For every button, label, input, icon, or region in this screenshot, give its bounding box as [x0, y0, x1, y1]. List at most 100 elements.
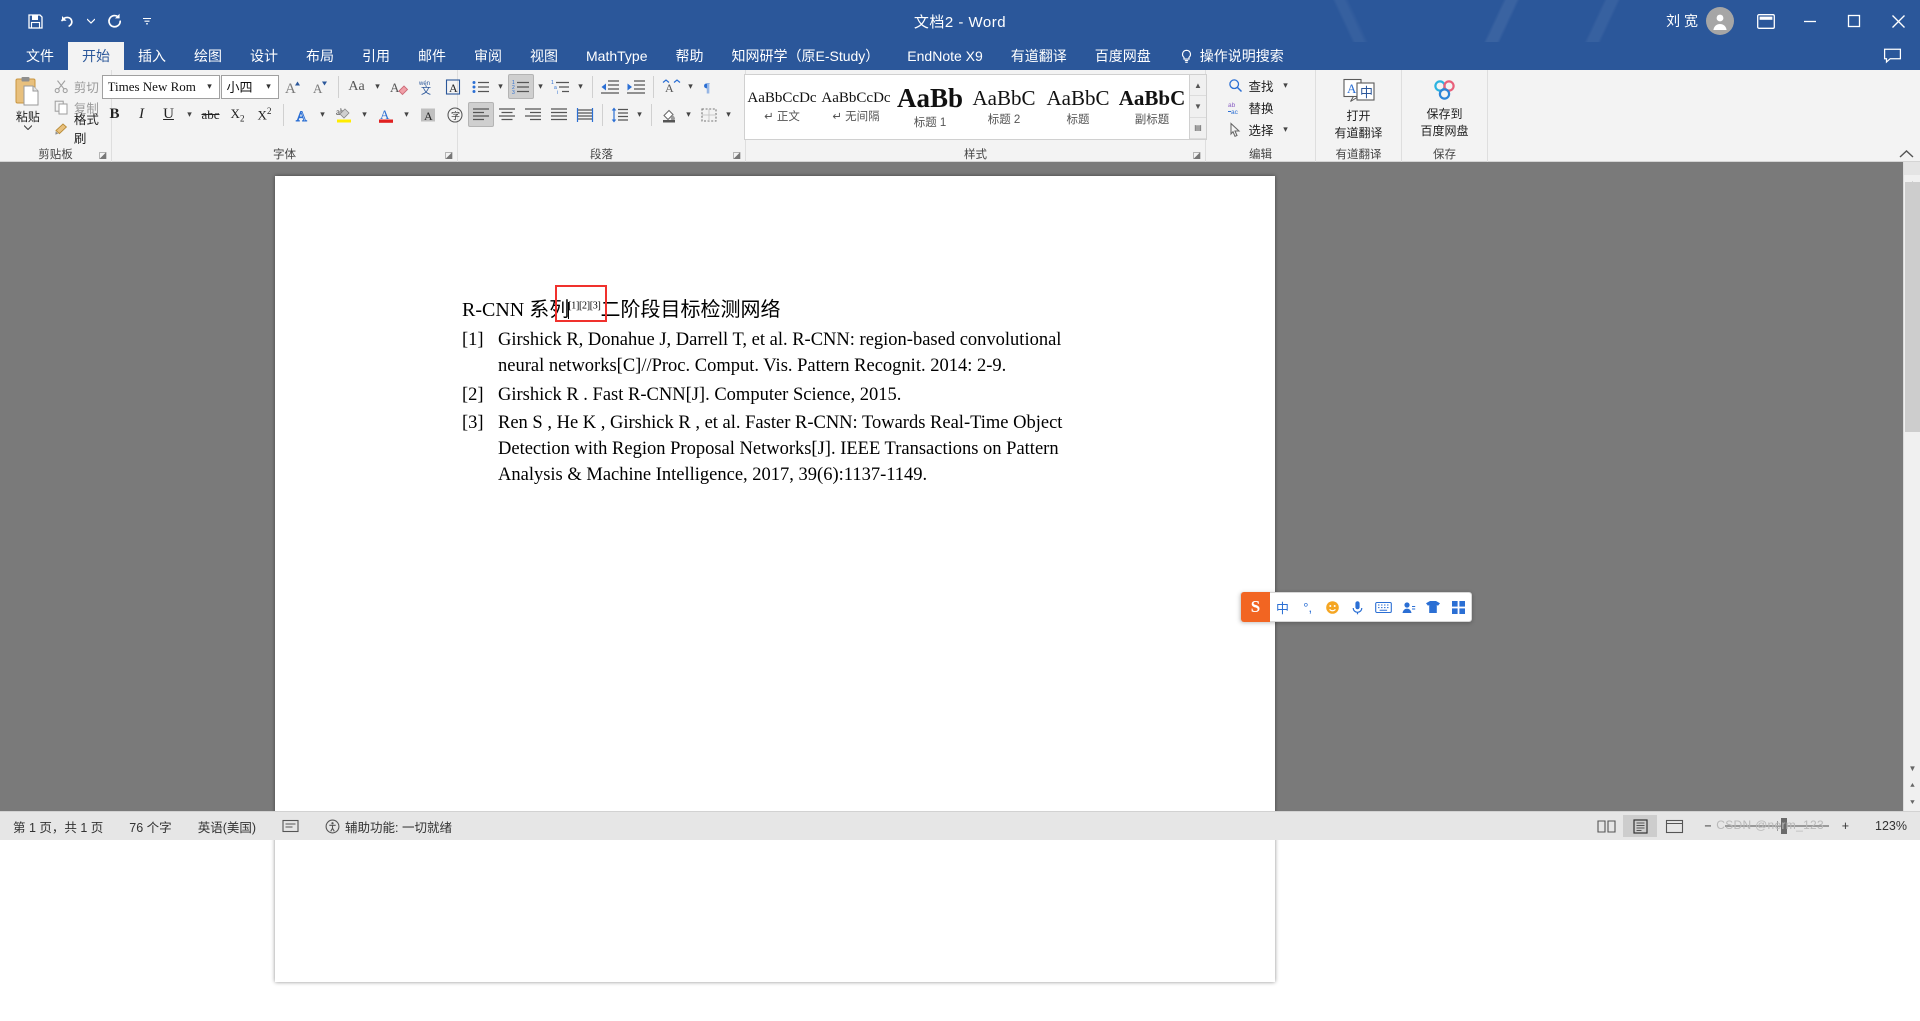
strikethrough-button[interactable]: abc — [198, 102, 224, 127]
tell-me-search[interactable]: 操作说明搜索 — [1165, 42, 1298, 70]
distribute-icon[interactable] — [572, 102, 598, 127]
user-center-icon[interactable] — [1396, 592, 1421, 622]
document-content[interactable]: R-CNN 系列[1][2][3]二阶段目标检测网络 [1] Girshick … — [462, 285, 1162, 489]
redo-icon[interactable] — [100, 6, 130, 36]
gallery-more-icon[interactable]: ▤ — [1190, 117, 1206, 139]
numbering-icon[interactable]: 123 — [507, 74, 534, 99]
change-case-button[interactable]: Aa — [344, 74, 370, 99]
tab-view[interactable]: 视图 — [516, 42, 572, 70]
sort-dropdown-icon[interactable]: ▾ — [684, 74, 698, 99]
highlight-dropdown-icon[interactable]: ▾ — [358, 102, 372, 127]
clear-formatting-button[interactable]: A — [386, 74, 412, 99]
show-formatting-marks-icon[interactable]: ¶ — [698, 74, 724, 99]
shading-icon[interactable] — [656, 102, 682, 127]
customize-qat-icon[interactable] — [132, 6, 162, 36]
paste-button[interactable]: 粘贴 — [6, 74, 50, 130]
align-center-icon[interactable] — [494, 102, 520, 127]
bullets-dropdown-icon[interactable]: ▾ — [494, 74, 508, 99]
numbering-dropdown-icon[interactable]: ▾ — [534, 74, 548, 99]
web-layout-icon[interactable] — [1657, 815, 1691, 837]
find-button[interactable]: 查找 ▾ — [1225, 75, 1295, 96]
tab-review[interactable]: 审阅 — [460, 42, 516, 70]
tab-cnki-estudy[interactable]: 知网研学（原E-Study） — [717, 42, 893, 70]
collapse-ribbon-icon[interactable] — [1899, 149, 1914, 159]
font-name-combo[interactable]: Times New Rom ▾ — [101, 74, 220, 99]
save-to-baidu-netdisk-button[interactable]: 保存到 百度网盘 — [1408, 74, 1482, 139]
highlight-button[interactable]: ab — [331, 102, 357, 127]
document-heading[interactable]: R-CNN 系列[1][2][3]二阶段目标检测网络 — [462, 285, 1162, 325]
grow-font-button[interactable]: A — [280, 74, 306, 99]
skin-icon[interactable] — [1421, 592, 1446, 622]
sogou-ime-logo-icon[interactable]: S — [1241, 592, 1270, 622]
undo-dropdown-icon[interactable] — [84, 6, 98, 36]
tab-youdao-translate[interactable]: 有道翻译 — [997, 42, 1081, 70]
font-dialog-launcher[interactable]: ◪ — [444, 150, 453, 161]
user-account[interactable]: 刘 宽 — [1652, 0, 1744, 42]
gallery-scroll-down-icon[interactable]: ▼ — [1190, 96, 1206, 118]
zoom-level[interactable]: 123% — [1862, 812, 1920, 841]
styles-dialog-launcher[interactable]: ◪ — [1192, 150, 1201, 161]
style-item-no-spacing[interactable]: AaBbCcDc ↵ 无间隔 — [819, 75, 893, 139]
tab-design[interactable]: 设计 — [236, 42, 292, 70]
open-youdao-translate-button[interactable]: A 中 打开 有道翻译 — [1322, 74, 1396, 141]
previous-page-icon[interactable]: ⯅ — [1904, 777, 1920, 794]
font-color-button[interactable]: A — [373, 102, 399, 127]
line-spacing-dropdown-icon[interactable]: ▾ — [633, 102, 647, 127]
reference-item-3[interactable]: [3] Ren S , He K , Girshick R , et al. F… — [462, 410, 1162, 489]
style-item-heading-1[interactable]: AaBb 标题 1 — [893, 75, 967, 139]
paste-dropdown-icon[interactable] — [23, 125, 32, 130]
font-size-dropdown-icon[interactable]: ▾ — [262, 81, 276, 92]
comments-icon[interactable] — [1864, 42, 1920, 70]
select-dropdown-icon[interactable]: ▾ — [1279, 117, 1293, 142]
borders-dropdown-icon[interactable]: ▾ — [722, 102, 736, 127]
ime-toolbar[interactable]: S 中 °, — [1240, 592, 1472, 622]
tab-layout[interactable]: 布局 — [292, 42, 348, 70]
style-item-subtitle[interactable]: AaBbC 副标题 — [1115, 75, 1189, 139]
multilevel-list-dropdown-icon[interactable]: ▾ — [574, 74, 588, 99]
tab-draw[interactable]: 绘图 — [180, 42, 236, 70]
tab-help[interactable]: 帮助 — [661, 42, 717, 70]
toolbox-icon[interactable] — [1446, 592, 1471, 622]
style-item-title[interactable]: AaBbC 标题 — [1041, 75, 1115, 139]
multilevel-list-icon[interactable]: 1ai — [548, 74, 574, 99]
underline-button[interactable]: U — [156, 102, 182, 127]
accessibility-status[interactable]: 辅助功能: 一切就绪 — [312, 812, 465, 841]
close-icon[interactable] — [1876, 0, 1920, 42]
style-item-body[interactable]: AaBbCcDc ↵ 正文 — [745, 75, 819, 139]
tab-insert[interactable]: 插入 — [124, 42, 180, 70]
punctuation-mode-icon[interactable]: °, — [1295, 592, 1320, 622]
document-canvas[interactable]: R-CNN 系列[1][2][3]二阶段目标检测网络 [1] Girshick … — [0, 162, 1920, 982]
align-right-icon[interactable] — [520, 102, 546, 127]
subscript-button[interactable]: X2 — [225, 102, 251, 127]
save-icon[interactable] — [20, 6, 50, 36]
ribbon-display-options-icon[interactable] — [1744, 0, 1788, 42]
italic-button[interactable]: I — [129, 102, 155, 127]
tab-home[interactable]: 开始 — [68, 42, 124, 70]
restore-icon[interactable] — [1832, 0, 1876, 42]
underline-dropdown-icon[interactable]: ▾ — [183, 102, 197, 127]
tab-mathtype[interactable]: MathType — [572, 42, 661, 70]
style-item-heading-2[interactable]: AaBbC 标题 2 — [967, 75, 1041, 139]
find-dropdown-icon[interactable]: ▾ — [1279, 73, 1293, 98]
tab-endnote-x9[interactable]: EndNote X9 — [893, 42, 997, 70]
next-page-icon[interactable]: ⯆ — [1904, 794, 1920, 811]
scroll-down-icon[interactable]: ▼ — [1904, 760, 1920, 777]
proofing-icon[interactable] — [269, 812, 312, 841]
document-page[interactable]: R-CNN 系列[1][2][3]二阶段目标检测网络 [1] Girshick … — [275, 176, 1275, 982]
soft-keyboard-icon[interactable] — [1370, 592, 1395, 622]
emoji-icon[interactable] — [1320, 592, 1345, 622]
text-effects-dropdown-icon[interactable]: ▾ — [316, 102, 330, 127]
change-case-dropdown-icon[interactable]: ▾ — [371, 74, 385, 99]
page-info[interactable]: 第 1 页，共 1 页 — [0, 812, 116, 841]
justify-icon[interactable] — [546, 102, 572, 127]
vertical-scrollbar[interactable]: ▲ ▼ ⯅ ⯆ — [1903, 162, 1920, 811]
sort-icon[interactable]: A — [658, 74, 684, 99]
reference-item-2[interactable]: [2] Girshick R . Fast R-CNN[J]. Computer… — [462, 382, 1162, 408]
decrease-indent-icon[interactable] — [597, 74, 623, 99]
bold-button[interactable]: B — [102, 102, 128, 127]
tab-baidu-netdisk[interactable]: 百度网盘 — [1081, 42, 1165, 70]
minimize-icon[interactable] — [1788, 0, 1832, 42]
replace-button[interactable]: ab ac 替换 — [1225, 97, 1295, 118]
scrollbar-thumb[interactable] — [1905, 182, 1920, 432]
borders-icon[interactable] — [696, 102, 722, 127]
